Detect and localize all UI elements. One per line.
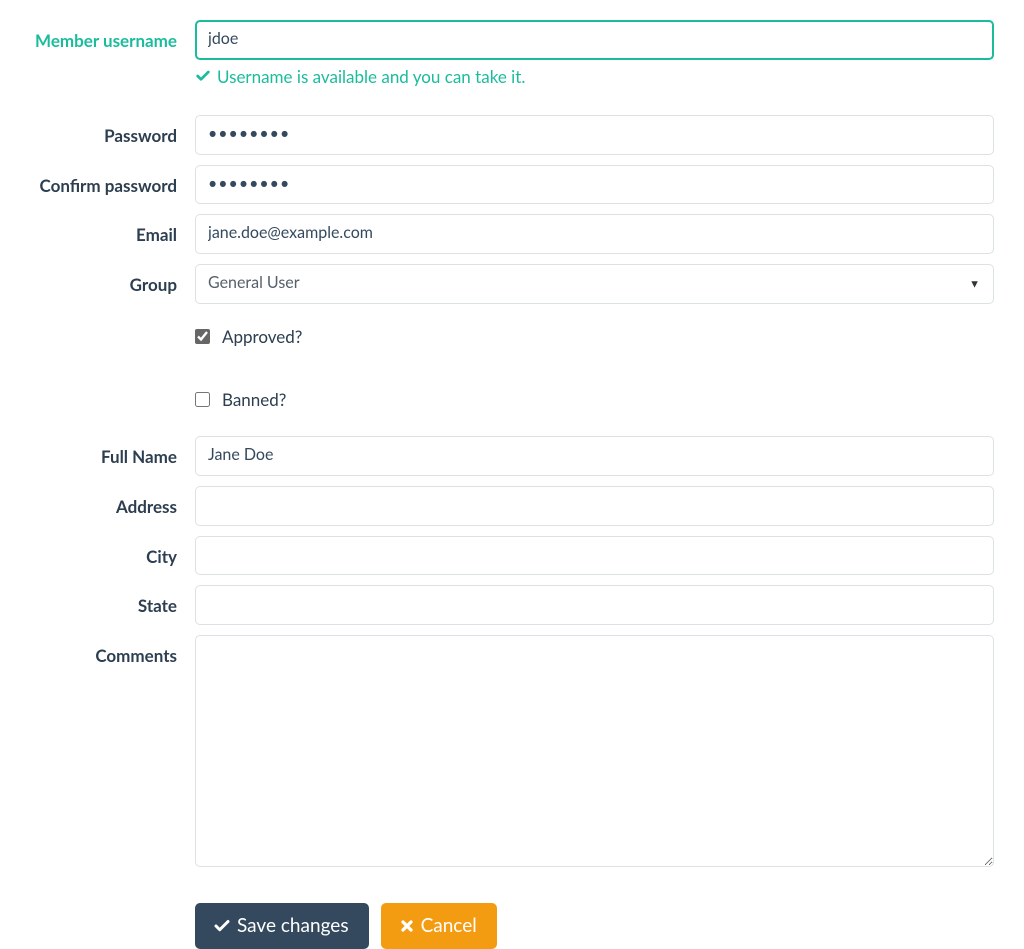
field-comments-wrap: [195, 635, 1024, 871]
banned-checkbox-row: Banned?: [195, 381, 994, 416]
row-group: Group General User ▼: [0, 264, 1024, 304]
field-banned-wrap: Banned?: [195, 353, 1024, 422]
row-full-name: Full Name: [0, 436, 1024, 476]
field-address-wrap: [195, 486, 1024, 526]
field-email-wrap: [195, 214, 1024, 254]
row-password: Password: [0, 115, 1024, 155]
row-username: Member username Username is available an…: [0, 20, 1024, 87]
address-input[interactable]: [195, 486, 994, 526]
field-password-wrap: [195, 115, 1024, 155]
save-button[interactable]: Save changes: [195, 903, 369, 949]
group-select-wrap: General User ▼: [195, 264, 994, 304]
field-state-wrap: [195, 585, 1024, 625]
banned-label: Banned?: [222, 389, 286, 410]
label-username: Member username: [0, 20, 195, 51]
save-button-label: Save changes: [237, 914, 349, 937]
field-group-wrap: General User ▼: [195, 264, 1024, 304]
field-city-wrap: [195, 536, 1024, 576]
password-input[interactable]: [195, 115, 994, 155]
label-comments: Comments: [0, 635, 195, 666]
row-city: City: [0, 536, 1024, 576]
full-name-input[interactable]: [195, 436, 994, 476]
field-buttons-wrap: Save changes Cancel: [195, 885, 1024, 949]
username-input[interactable]: [195, 20, 994, 60]
row-confirm-password: Confirm password: [0, 165, 1024, 205]
label-address: Address: [0, 486, 195, 517]
close-icon: [399, 918, 415, 934]
field-approved-wrap: Approved?: [195, 318, 1024, 353]
state-input[interactable]: [195, 585, 994, 625]
row-buttons: Save changes Cancel: [0, 885, 1024, 949]
approved-checkbox[interactable]: [195, 329, 210, 344]
member-edit-form: Member username Username is available an…: [0, 20, 1024, 949]
username-help-text: Username is available and you can take i…: [217, 66, 525, 87]
label-state: State: [0, 585, 195, 616]
field-confirm-password-wrap: [195, 165, 1024, 205]
approved-label: Approved?: [222, 326, 302, 347]
label-full-name: Full Name: [0, 436, 195, 467]
label-confirm-password: Confirm password: [0, 165, 195, 196]
label-email: Email: [0, 214, 195, 245]
approved-checkbox-row: Approved?: [195, 318, 994, 353]
row-comments: Comments: [0, 635, 1024, 871]
confirm-password-input[interactable]: [195, 165, 994, 205]
comments-textarea[interactable]: [195, 635, 994, 867]
label-group: Group: [0, 264, 195, 295]
row-banned: Banned?: [0, 353, 1024, 422]
check-icon: [195, 68, 211, 84]
row-email: Email: [0, 214, 1024, 254]
row-address: Address: [0, 486, 1024, 526]
check-icon: [213, 917, 231, 935]
spacer: [0, 101, 1024, 115]
row-approved: Approved?: [0, 318, 1024, 353]
button-row: Save changes Cancel: [195, 903, 994, 949]
username-help: Username is available and you can take i…: [195, 66, 994, 87]
cancel-button[interactable]: Cancel: [381, 903, 497, 949]
banned-checkbox[interactable]: [195, 392, 210, 407]
email-input[interactable]: [195, 214, 994, 254]
row-state: State: [0, 585, 1024, 625]
label-password: Password: [0, 115, 195, 146]
label-banned-empty: [0, 353, 195, 363]
cancel-button-label: Cancel: [421, 914, 477, 937]
field-username-wrap: Username is available and you can take i…: [195, 20, 1024, 87]
label-buttons-empty: [0, 885, 195, 895]
label-city: City: [0, 536, 195, 567]
field-full-name-wrap: [195, 436, 1024, 476]
city-input[interactable]: [195, 536, 994, 576]
label-approved-empty: [0, 318, 195, 328]
group-select[interactable]: General User: [195, 264, 994, 304]
